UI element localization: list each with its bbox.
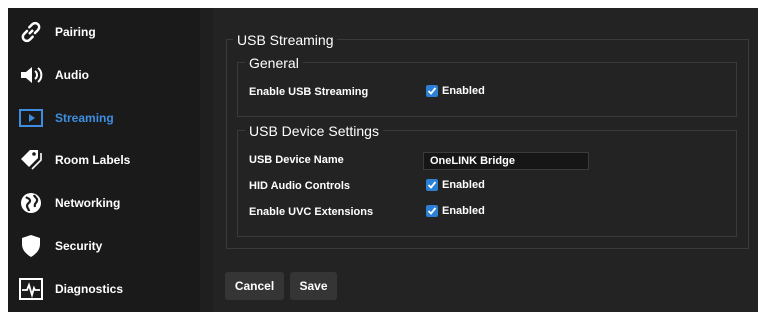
section-title: USB Streaming	[233, 32, 338, 48]
checkmark-icon	[426, 205, 438, 217]
usb-device-name-label: USB Device Name	[249, 154, 344, 166]
enable-uvc-extensions-label: Enable UVC Extensions	[249, 206, 374, 218]
pulse-icon	[16, 274, 46, 304]
usb-device-name-value: OneLINK Bridge	[430, 155, 515, 167]
enable-uvc-extensions-value: Enabled	[442, 205, 485, 217]
checkmark-icon	[426, 179, 438, 191]
shield-icon	[16, 231, 46, 261]
enable-uvc-extensions-checkbox[interactable]: Enabled	[426, 205, 485, 217]
save-button[interactable]: Save	[290, 272, 337, 300]
sidebar: Pairing Audio Streaming Room Labels Netw…	[8, 8, 200, 312]
sidebar-item-diagnostics[interactable]: Diagnostics	[8, 268, 200, 310]
hid-audio-controls-checkbox[interactable]: Enabled	[426, 179, 485, 191]
play-icon	[16, 103, 46, 133]
checkmark-icon	[426, 85, 438, 97]
hid-audio-controls-label: HID Audio Controls	[249, 180, 351, 192]
speaker-icon	[16, 60, 46, 90]
tag-icon	[16, 145, 46, 175]
main-panel: USB Streaming General Enable USB Streami…	[213, 8, 758, 312]
sidebar-item-networking[interactable]: Networking	[8, 182, 200, 224]
sidebar-item-label: Networking	[55, 196, 121, 210]
enable-usb-streaming-checkbox[interactable]: Enabled	[426, 85, 485, 97]
sidebar-item-label: Security	[55, 239, 103, 253]
sidebar-item-audio[interactable]: Audio	[8, 54, 200, 96]
general-title: General	[245, 55, 303, 71]
sidebar-item-label: Pairing	[55, 25, 96, 39]
sidebar-item-label: Audio	[55, 68, 89, 82]
device-settings-title: USB Device Settings	[245, 123, 383, 139]
globe-icon	[16, 188, 46, 218]
sidebar-item-label: Room Labels	[55, 153, 131, 167]
usb-device-name-input[interactable]: OneLINK Bridge	[423, 152, 589, 170]
sidebar-divider	[200, 8, 213, 312]
link-icon	[16, 17, 46, 47]
sidebar-item-streaming[interactable]: Streaming	[8, 97, 200, 139]
sidebar-item-security[interactable]: Security	[8, 225, 200, 267]
sidebar-item-label: Streaming	[55, 111, 114, 125]
sidebar-item-room-labels[interactable]: Room Labels	[8, 139, 200, 181]
sidebar-item-pairing[interactable]: Pairing	[8, 11, 200, 53]
enable-usb-streaming-label: Enable USB Streaming	[249, 86, 369, 98]
sidebar-item-label: Diagnostics	[55, 282, 124, 296]
hid-audio-controls-value: Enabled	[442, 179, 485, 191]
cancel-button[interactable]: Cancel	[225, 272, 284, 300]
enable-usb-streaming-value: Enabled	[442, 85, 485, 97]
